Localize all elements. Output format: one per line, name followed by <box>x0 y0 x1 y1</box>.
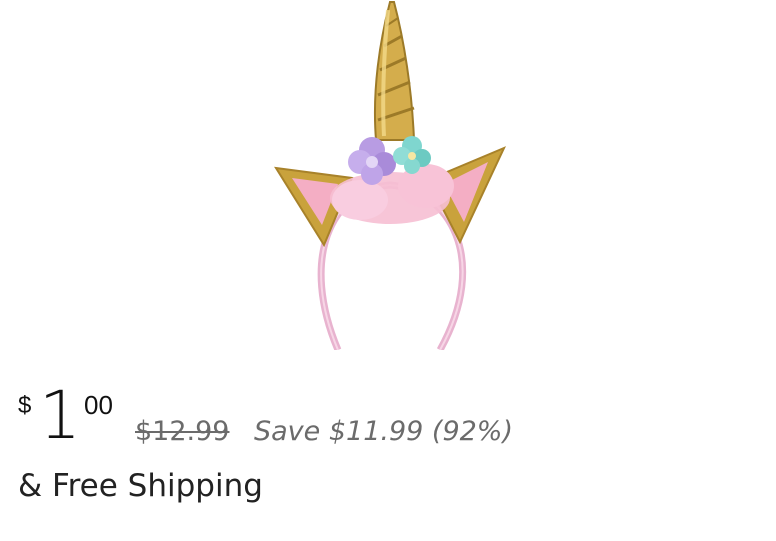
free-shipping-label: & Free Shipping <box>18 468 263 504</box>
unicorn-headband-illustration <box>274 1 507 350</box>
price-block: $ 1 00 $12.99 Save $11.99 (92%) <box>18 377 758 458</box>
list-price-strikethrough: $12.99 <box>135 416 230 447</box>
savings-text: Save $11.99 (92%) <box>254 416 513 447</box>
product-image[interactable] <box>260 0 520 350</box>
tulle-left <box>332 180 388 220</box>
price-fraction: 00 <box>84 390 113 420</box>
price-currency-symbol: $ <box>18 392 32 419</box>
price-whole: 1 <box>39 377 81 454</box>
product-card[interactable]: $ 1 00 $12.99 Save $11.99 (92%) & Free S… <box>0 0 776 541</box>
